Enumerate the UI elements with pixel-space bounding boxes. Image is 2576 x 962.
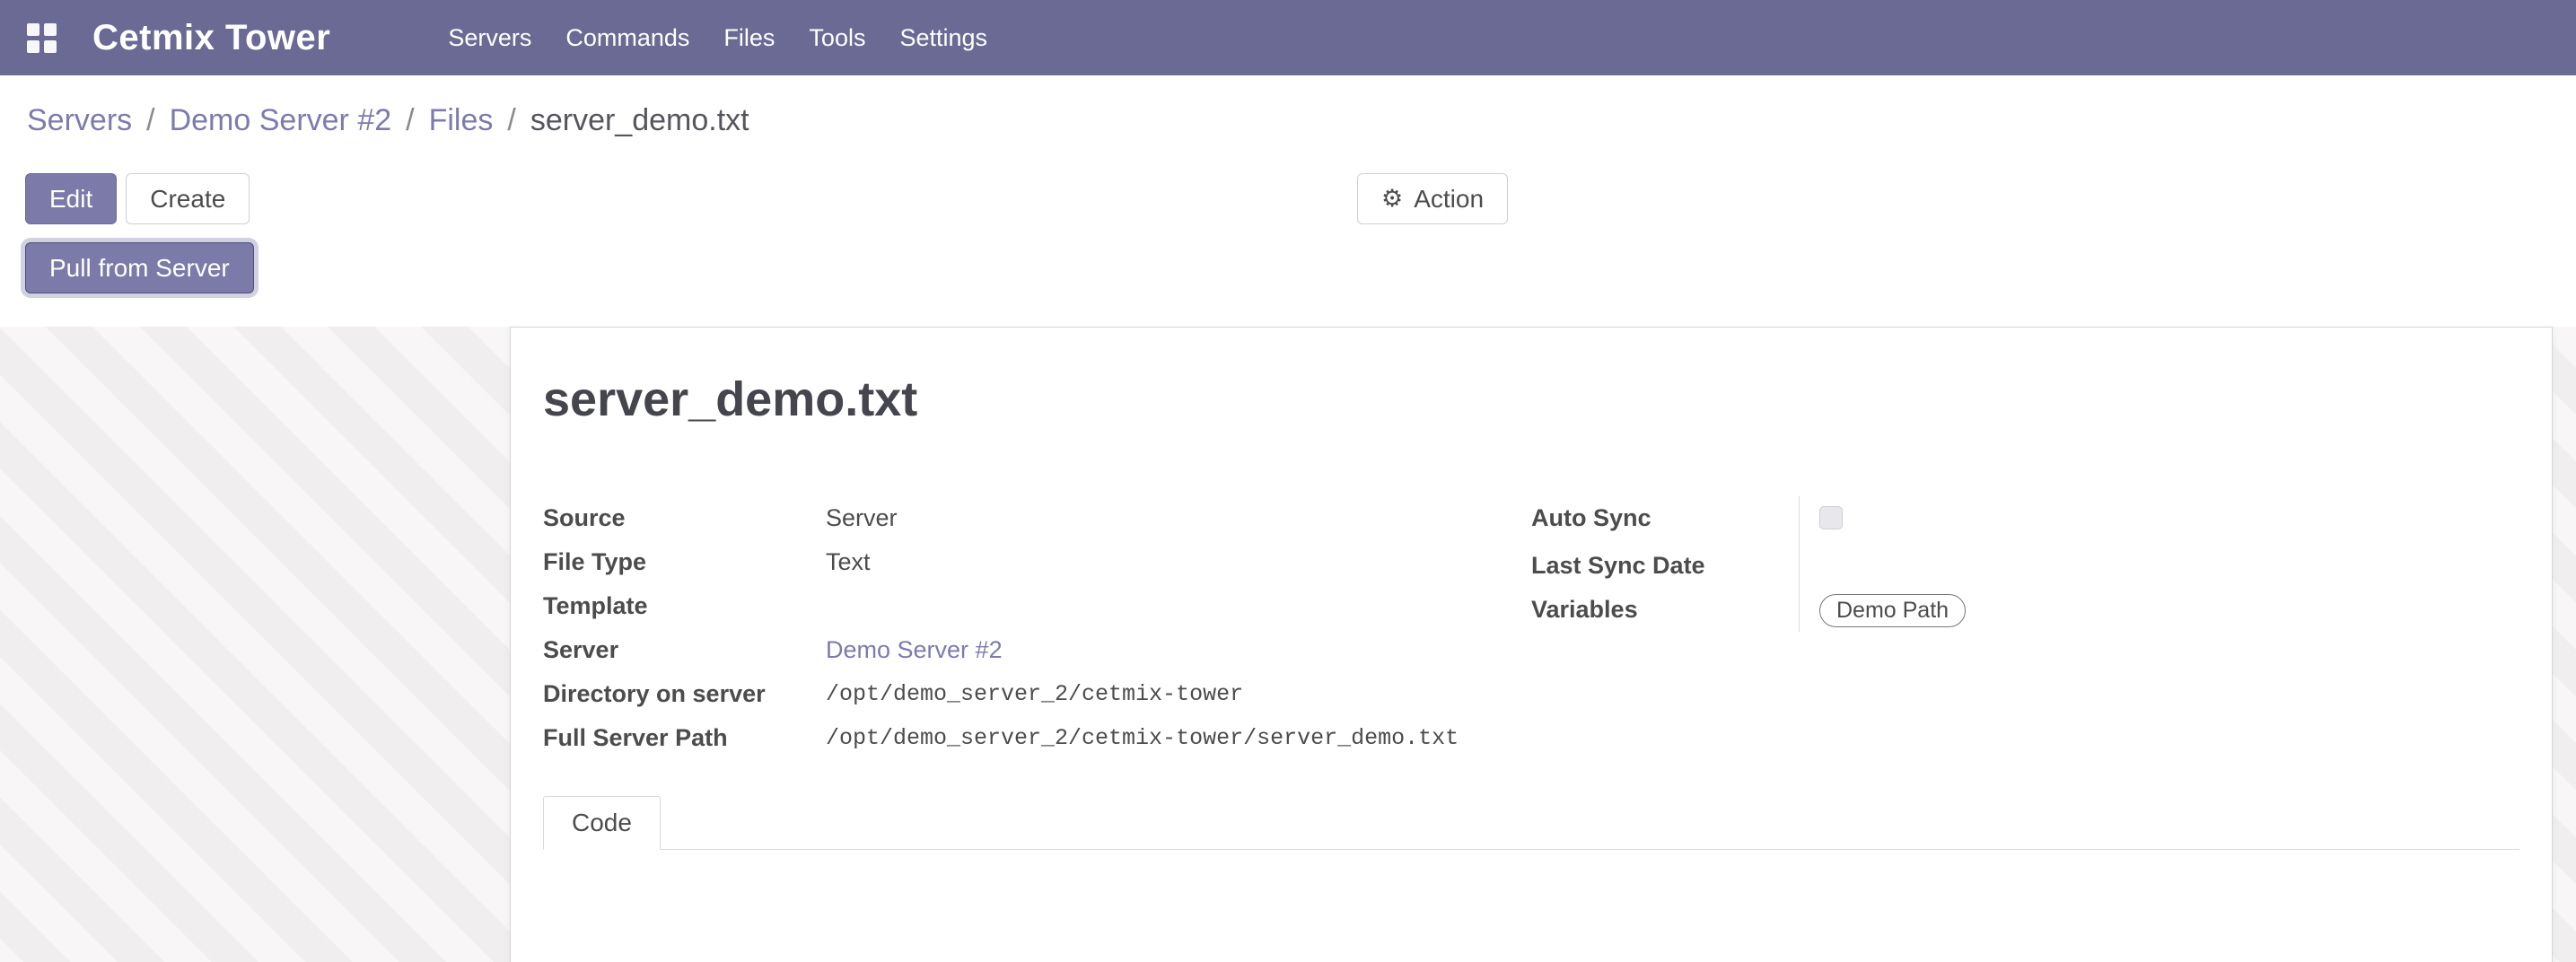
- field-label-server: Server: [543, 628, 826, 672]
- field-label-directory: Directory on server: [543, 672, 826, 716]
- apps-menu-icon[interactable]: [27, 23, 57, 53]
- menu-item-files[interactable]: Files: [706, 0, 792, 75]
- form-background: server_demo.txt Source Server File Type …: [0, 327, 2576, 962]
- field-row-last-sync-date: Last Sync Date: [1531, 544, 2519, 588]
- menu-item-tools[interactable]: Tools: [792, 0, 882, 75]
- apps-grid-square: [27, 40, 39, 53]
- field-row-source: Source Server: [543, 496, 1531, 540]
- form-sheet: server_demo.txt Source Server File Type …: [510, 327, 2553, 962]
- gear-icon: ⚙: [1381, 187, 1403, 211]
- field-label-source: Source: [543, 496, 826, 540]
- apps-grid-square: [44, 40, 57, 53]
- top-menu: Servers Commands Files Tools Settings: [431, 0, 1004, 75]
- breadcrumb-separator: /: [507, 103, 515, 138]
- field-label-full-path: Full Server Path: [543, 716, 826, 760]
- notebook-tabs: Code: [543, 796, 2519, 850]
- field-label-auto-sync: Auto Sync: [1531, 496, 1799, 540]
- server-record-link[interactable]: Demo Server #2: [826, 636, 1003, 663]
- auto-sync-checkbox: [1819, 506, 1843, 529]
- field-label-variables: Variables: [1531, 588, 1799, 632]
- field-label-last-sync-date: Last Sync Date: [1531, 544, 1799, 588]
- field-label-template: Template: [543, 584, 826, 628]
- menu-item-servers[interactable]: Servers: [431, 0, 548, 75]
- action-menu-button[interactable]: ⚙ Action: [1357, 173, 1508, 224]
- breadcrumb-separator: /: [406, 103, 414, 138]
- menu-item-commands[interactable]: Commands: [548, 0, 706, 75]
- app-brand[interactable]: Cetmix Tower: [92, 18, 330, 58]
- field-row-variables: Variables Demo Path: [1531, 588, 2519, 632]
- form-header-buttons: Pull from Server: [0, 232, 2576, 303]
- action-menu-label: Action: [1414, 183, 1484, 214]
- breadcrumb-demo-server-2[interactable]: Demo Server #2: [170, 103, 392, 138]
- variable-tag-demo-path: Demo Path: [1819, 594, 1966, 627]
- top-navbar: Cetmix Tower Servers Commands Files Tool…: [0, 0, 2576, 75]
- breadcrumb: Servers / Demo Server #2 / Files / serve…: [0, 75, 2576, 165]
- create-button[interactable]: Create: [126, 173, 250, 224]
- record-title: server_demo.txt: [543, 372, 2519, 426]
- breadcrumb-files[interactable]: Files: [429, 103, 494, 138]
- field-group: Source Server File Type Text Template Se…: [543, 496, 2519, 760]
- field-value-source: Server: [826, 496, 1531, 540]
- field-row-template: Template: [543, 584, 1531, 628]
- tab-code[interactable]: Code: [543, 796, 661, 850]
- edit-button[interactable]: Edit: [25, 173, 117, 224]
- field-row-server: Server Demo Server #2: [543, 628, 1531, 672]
- menu-item-settings[interactable]: Settings: [882, 0, 1004, 75]
- tab-code-content: [543, 850, 2519, 962]
- control-panel-buttons: Edit Create ⚙ Action: [0, 165, 2576, 232]
- pull-from-server-button[interactable]: Pull from Server: [25, 242, 254, 293]
- field-value-full-path: /opt/demo_server_2/cetmix-tower/server_d…: [826, 716, 1531, 760]
- field-value-directory: /opt/demo_server_2/cetmix-tower: [826, 672, 1531, 716]
- field-column-left: Source Server File Type Text Template Se…: [543, 496, 1531, 760]
- field-value-file-type: Text: [826, 540, 1531, 584]
- field-value-last-sync-date: [1799, 544, 2519, 588]
- field-row-auto-sync: Auto Sync: [1531, 496, 2519, 544]
- apps-grid-square: [44, 23, 57, 36]
- breadcrumb-separator: /: [146, 103, 154, 138]
- breadcrumb-servers[interactable]: Servers: [27, 103, 132, 138]
- field-label-file-type: File Type: [543, 540, 826, 584]
- breadcrumb-current: server_demo.txt: [530, 103, 749, 138]
- field-column-right: Auto Sync Last Sync Date Variables Demo …: [1531, 496, 2519, 760]
- apps-grid-square: [27, 23, 39, 36]
- field-row-file-type: File Type Text: [543, 540, 1531, 584]
- field-row-full-path: Full Server Path /opt/demo_server_2/cetm…: [543, 716, 1531, 760]
- field-row-directory: Directory on server /opt/demo_server_2/c…: [543, 672, 1531, 716]
